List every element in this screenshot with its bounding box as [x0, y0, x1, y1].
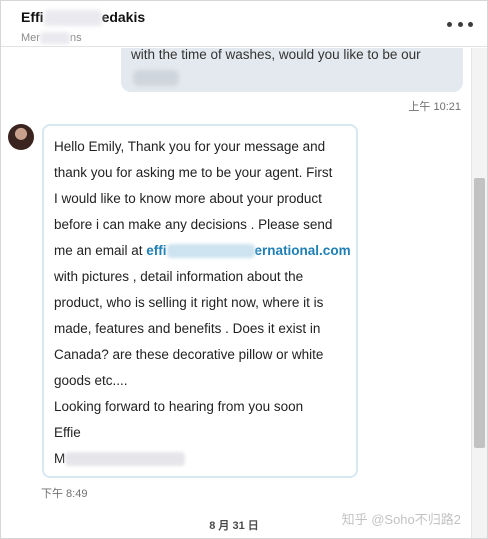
- sent-message-bubble[interactable]: with the time of washes, would you like …: [121, 48, 463, 92]
- avatar[interactable]: [8, 124, 34, 150]
- chat-window: Effi edakis Mer ns with the time of washes…: [0, 0, 488, 539]
- email-link[interactable]: effi ernational.com: [146, 243, 351, 259]
- contact-subtitle-end: ns: [69, 32, 82, 44]
- message-line: thank you for asking me to be your agent…: [54, 165, 333, 180]
- contact-subtitle-redaction: [39, 32, 70, 45]
- contact-name-end: edakis: [101, 9, 146, 25]
- message-line: Effie: [54, 425, 81, 440]
- contact-subtitle: Mer ns: [21, 32, 82, 45]
- scrollbar-thumb[interactable]: [474, 178, 485, 448]
- email-link-start: effi: [146, 243, 167, 258]
- contact-name-start: Effi: [21, 9, 44, 25]
- signature-start: M: [54, 451, 66, 466]
- email-link-end: ernational.com: [254, 243, 351, 258]
- received-message-text: Hello Emily, Thank you for your message …: [54, 134, 351, 472]
- more-dot-icon: [468, 21, 473, 27]
- message-line: Canada? are these decorative pillow or w…: [54, 347, 324, 362]
- message-line: I would like to know more about your pro…: [54, 191, 322, 206]
- contact-name-redaction: [43, 10, 102, 27]
- more-dot-icon: [457, 21, 463, 27]
- contact-name[interactable]: Effi edakis: [21, 9, 146, 27]
- message-line: Hello Emily, Thank you for your message …: [54, 139, 326, 154]
- received-message-bubble[interactable]: Hello Emily, Thank you for your message …: [42, 124, 358, 478]
- message-line: product, who is selling it right now, wh…: [54, 295, 324, 310]
- message-line: made, features and benefits . Does it ex…: [54, 321, 321, 336]
- more-dot-icon: [447, 21, 452, 27]
- conversation-pane[interactable]: with the time of washes, would you like …: [1, 48, 471, 538]
- message-line: Looking forward to hearing from you soon: [54, 399, 304, 414]
- signature-redaction: [65, 452, 186, 467]
- message-line: with pictures , detail information about…: [54, 269, 304, 284]
- email-redaction: [166, 244, 255, 259]
- sent-message-time: 上午 10:21: [408, 101, 461, 113]
- email-prefix: me an email at: [54, 243, 147, 258]
- sent-message-text: with the time of washes, would you like …: [131, 48, 421, 62]
- email-line: me an email at effi ernational.com: [54, 238, 351, 264]
- sent-message-redaction: [133, 70, 179, 86]
- watermark: 知乎 @Soho不归路2: [341, 512, 461, 527]
- more-options-button[interactable]: [447, 15, 473, 33]
- contact-subtitle-start: Mer: [21, 32, 40, 44]
- message-line: before i can make any decisions . Please…: [54, 217, 333, 232]
- vertical-scrollbar[interactable]: [471, 48, 487, 538]
- signature-line: M: [54, 446, 348, 472]
- received-message-time: 下午 8:49: [41, 488, 88, 500]
- chat-header: Effi edakis Mer ns: [1, 1, 487, 47]
- message-line: goods etc....: [54, 373, 128, 388]
